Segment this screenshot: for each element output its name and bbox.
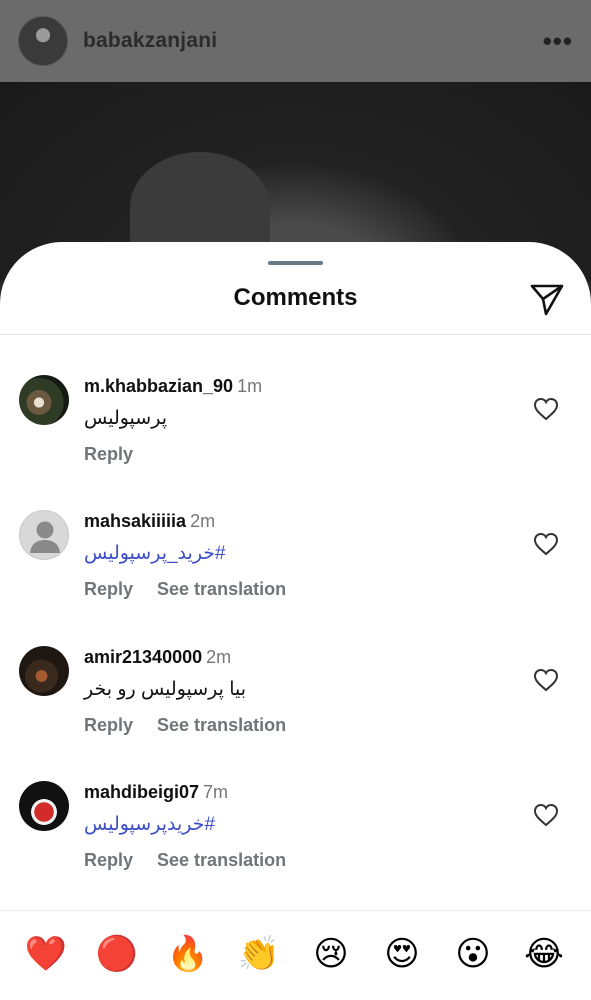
emoji-reaction-bar: ❤️ 🔴 🔥 👏 😢 😍 😮 😂 [0,932,591,982]
comment-item: amir21340000 2m بیا پرسپولیس رو بخر Reply… [0,646,591,766]
heart-icon[interactable] [533,668,559,692]
comment-actions: Reply See translation [84,579,286,600]
commenter-avatar[interactable] [19,510,69,560]
clapping-hands-emoji[interactable]: 👏 [237,932,281,976]
tears-of-joy-emoji[interactable]: 😂 [522,932,566,976]
comments-sheet: Comments m.khabbazian_90 1m پرسپولیس Repl… [0,242,591,1000]
reply-button[interactable]: Reply [84,715,133,735]
commenter-avatar[interactable] [19,375,69,425]
comment-username[interactable]: mahsakiiiiia [84,511,186,531]
comment-item: m.khabbazian_90 1m پرسپولیس Reply [0,375,591,495]
more-options-icon[interactable]: ••• [543,26,573,57]
heart-icon[interactable] [533,397,559,421]
comment-text: بیا پرسپولیس رو بخر [84,679,247,700]
red-circle-emoji[interactable]: 🔴 [95,932,139,976]
reply-button[interactable]: Reply [84,850,133,870]
comment-item: mahdibeigi07 7m #خریدپرسپولیس Reply See tr… [0,781,591,901]
default-user-icon [30,521,60,553]
comment-actions: Reply See translation [84,715,286,736]
comment-meta: amir21340000 2m [84,646,231,668]
comment-hashtag[interactable]: #خرید_پرسپولیس [84,542,226,566]
paper-plane-icon[interactable] [528,280,566,318]
commenter-avatar[interactable] [19,646,69,696]
commenter-avatar[interactable] [19,781,69,831]
comment-text: پرسپولیس [84,408,167,429]
comment-username[interactable]: m.khabbazian_90 [84,376,233,396]
see-translation-button[interactable]: See translation [157,715,286,735]
comment-time: 2m [206,647,232,667]
header-divider [0,334,591,335]
sheet-drag-handle[interactable] [268,261,323,265]
heart-icon[interactable] [533,532,559,556]
comment-actions: Reply See translation [84,850,286,871]
comment-hashtag[interactable]: #خریدپرسپولیس [84,813,215,837]
comment-item: mahsakiiiiia 2m #خرید_پرسپولیس Reply See t… [0,510,591,630]
emoji-bar-divider [0,910,591,911]
comment-time: 7m [203,782,229,802]
heart-eyes-emoji[interactable]: 😍 [380,932,424,976]
comment-time: 2m [190,511,216,531]
crying-face-emoji[interactable]: 😢 [309,932,353,976]
post-header: babakzanjani ••• [0,0,591,82]
red-heart-emoji[interactable]: ❤️ [24,932,68,976]
comment-meta: mahdibeigi07 7m [84,781,228,803]
fire-emoji[interactable]: 🔥 [166,932,210,976]
post-username[interactable]: babakzanjani [83,29,217,53]
comment-meta: mahsakiiiiia 2m [84,510,215,532]
comment-actions: Reply [84,444,133,465]
reply-button[interactable]: Reply [84,444,133,464]
see-translation-button[interactable]: See translation [157,850,286,870]
comment-time: 1m [237,376,263,396]
comment-meta: m.khabbazian_90 1m [84,375,262,397]
surprised-face-emoji[interactable]: 😮 [451,932,495,976]
comment-username[interactable]: amir21340000 [84,647,202,667]
heart-icon[interactable] [533,803,559,827]
comments-title: Comments [233,284,358,311]
reply-button[interactable]: Reply [84,579,133,599]
comment-username[interactable]: mahdibeigi07 [84,782,199,802]
post-author-avatar[interactable] [18,16,68,66]
see-translation-button[interactable]: See translation [157,579,286,599]
